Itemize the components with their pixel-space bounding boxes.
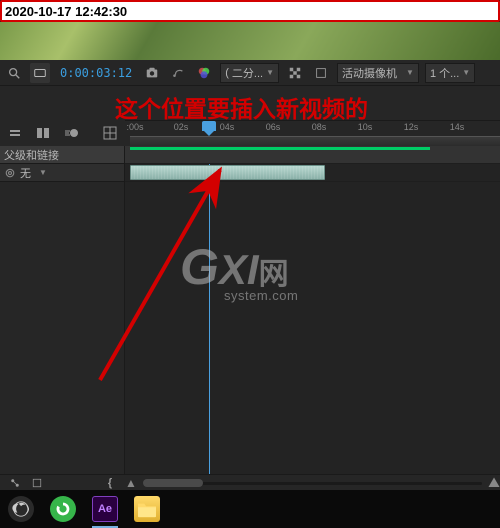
bracket-open-icon[interactable]: { [103,476,117,490]
annotation-text: 这个位置要插入新视频的 [115,90,368,124]
ruler-tick-label: 12s [404,122,419,132]
composition-duration-bar [130,147,430,150]
zoom-slider[interactable] [143,478,482,488]
frame-blend-icon[interactable] [34,124,52,142]
timeline-footer: { ▲ ⛰ [0,474,500,490]
graph-editor-icon[interactable] [101,124,119,142]
camera-dropdown[interactable]: 活动摄像机▼ [337,63,419,83]
timeline-header-row [125,146,500,164]
parent-link-header: 父级和链接 [0,146,124,164]
channel-icon[interactable] [168,63,188,83]
current-timecode[interactable]: 0:00:03:12 [56,66,136,80]
color-mgmt-icon[interactable] [194,63,214,83]
layer-panel-left: 父级和链接 无 ▼ [0,146,125,474]
after-effects-icon: Ae [92,496,118,522]
snapshot-icon[interactable] [142,63,162,83]
video-clip[interactable] [130,165,325,180]
views-dropdown[interactable]: 1 个...▼ [425,63,475,83]
views-label: 1 个... [430,65,459,81]
zoom-slider-thumb[interactable] [143,479,203,487]
parent-link-header-label: 父级和链接 [4,147,59,163]
shy-toggle-icon[interactable] [6,124,24,142]
timestamp-bar: 2020-10-17 12:42:30 [0,0,500,22]
folder-icon [134,496,160,522]
taskbar-app-explorer[interactable] [126,490,168,528]
hand-tool-icon[interactable] [30,63,50,83]
chevron-down-icon[interactable]: ▼ [39,168,47,177]
taskbar-app-after-effects[interactable]: Ae [84,490,126,528]
playhead-line[interactable] [209,146,210,474]
after-effects-panel: 0:00:03:12 (二分...▼ 活动摄像机▼ 1 个...▼ 这个位置要插… [0,60,500,490]
parent-none-label: 无 [20,165,31,181]
motion-blur-icon[interactable] [62,124,80,142]
layer-row[interactable]: 无 ▼ [0,164,124,182]
magnify-icon[interactable] [4,63,24,83]
taskbar-app-obs[interactable] [0,490,42,528]
taskbar-app-360[interactable] [42,490,84,528]
zoom-in-icon[interactable]: ⛰ [488,477,500,489]
toggle-switches-icon[interactable] [8,476,22,490]
timestamp-text: 2020-10-17 12:42:30 [5,4,127,19]
ruler-tick-label: 14s [450,122,465,132]
resolution-dropdown[interactable]: (二分...▼ [220,63,279,83]
obs-icon [8,496,34,522]
timeline-icon-row [0,120,125,146]
region-icon[interactable] [311,63,331,83]
camera-label: 活动摄像机 [342,65,397,81]
zoom-out-icon[interactable]: ▲ [125,477,137,489]
transparency-grid-icon[interactable] [285,63,305,83]
browser-360-icon [50,496,76,522]
viewer-toolbar: 0:00:03:12 (二分...▼ 活动摄像机▼ 1 个...▼ [0,60,500,86]
timeline-area[interactable] [125,146,500,474]
timeline-layer-row[interactable] [125,164,500,182]
toggle-modes-icon[interactable] [30,476,44,490]
windows-taskbar: Ae [0,490,500,528]
resolution-label: 二分... [232,65,263,81]
pickwhip-icon[interactable] [4,167,16,179]
